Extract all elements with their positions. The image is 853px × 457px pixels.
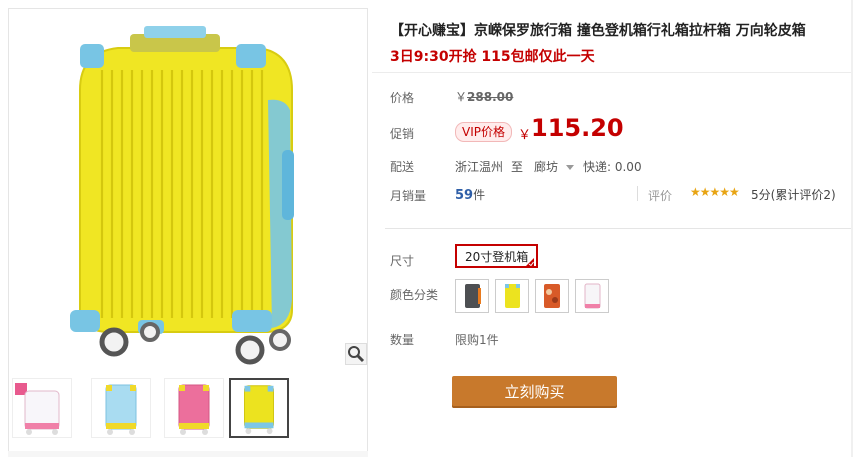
suitcase-blue-icon [105, 384, 137, 435]
price-label: 价格 [390, 91, 415, 105]
thumbnail-white-pink[interactable] [12, 378, 72, 438]
divider [385, 228, 853, 229]
size-label: 尺寸 [390, 254, 415, 268]
monthly-sales-label: 月销量 [390, 189, 427, 203]
color-option-yellow[interactable] [495, 279, 529, 313]
suitcase-pink-icon [178, 384, 210, 435]
suitcase-yellow-icon [505, 284, 520, 308]
gallery-bottom-strip [8, 451, 368, 457]
chevron-down-icon [565, 165, 574, 170]
vip-price-tag: VIP价格 [455, 122, 512, 142]
promo-text: 3日9:30开抢 115包邮仅此一天 [390, 49, 595, 65]
original-price-value: 288.00 [467, 90, 514, 104]
currency-symbol: ￥ [518, 128, 532, 143]
quantity-label: 数量 [390, 333, 415, 347]
shipping-label: 配送 [390, 160, 415, 174]
thumbnail-pink-yellow[interactable] [164, 378, 224, 438]
rating-summary-link[interactable]: 5分(累计评价2) [751, 186, 836, 203]
color-option-orange-pattern[interactable] [535, 279, 569, 313]
suitcase-yellow-icon [244, 385, 274, 435]
purchase-limit: 限购1件 [455, 333, 499, 347]
monthly-sales-value: 59件 [455, 186, 485, 203]
magnifier-icon [348, 346, 365, 363]
product-title: 【开心赚宝】京嵘保罗旅行箱 撞色登机箱行礼箱拉杆箱 万向轮皮箱 [390, 23, 806, 39]
original-price: ￥288.00 [455, 88, 513, 105]
promotion-label: 促销 [390, 127, 415, 141]
suitcase-white-pink-icon [15, 383, 60, 435]
suitcase-orange-icon [544, 284, 560, 308]
selected-check-icon [526, 258, 534, 266]
sales-unit: 件 [473, 188, 486, 202]
divider [637, 186, 638, 201]
suitcase-grey-icon [465, 284, 481, 308]
thumbnail-yellow-blue[interactable] [229, 378, 289, 438]
currency-symbol: ￥ [455, 90, 468, 104]
ship-from: 浙江温州 [455, 160, 504, 174]
rating-stars: ★★★★★ [690, 185, 740, 199]
divider [372, 72, 853, 73]
thumbnail-blue-yellow[interactable] [91, 378, 151, 438]
color-label: 颜色分类 [390, 288, 439, 302]
zoom-button[interactable] [345, 343, 367, 365]
color-option-white-pink[interactable] [575, 279, 609, 313]
destination-value: 廊坊 [534, 160, 559, 174]
express-fee: 快递: 0.00 [583, 160, 642, 174]
main-product-image [70, 26, 294, 365]
color-option-dark-grey[interactable] [455, 279, 489, 313]
rating-label: 评价 [648, 189, 673, 203]
sales-count: 59 [455, 188, 474, 203]
current-price: 115.20 [531, 114, 624, 142]
suitcase-white-icon [584, 283, 601, 309]
destination-select[interactable]: 廊坊 [534, 158, 574, 175]
ship-to-word: 至 [511, 160, 524, 174]
buy-now-button[interactable]: 立刻购买 [452, 376, 617, 408]
